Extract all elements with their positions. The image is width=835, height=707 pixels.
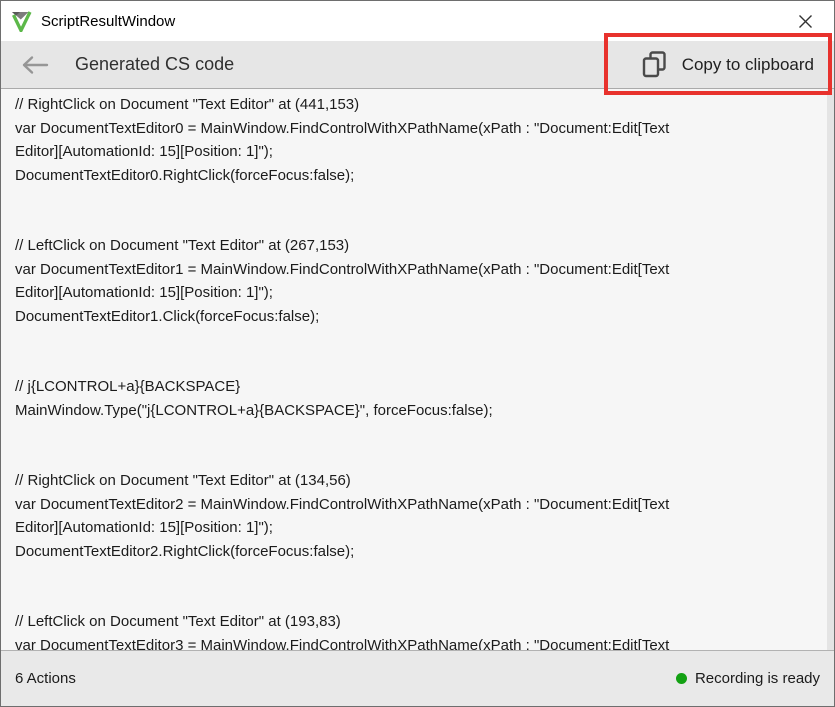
close-icon <box>798 14 813 29</box>
close-button[interactable] <box>790 6 820 36</box>
header-toolbar: Generated CS code Copy to clipboard <box>1 41 834 89</box>
generated-code-text: // RightClick on Document "Text Editor" … <box>1 89 834 650</box>
copy-pages-icon <box>642 51 667 78</box>
script-result-window: ScriptResultWindow Generated CS code Cop… <box>0 0 835 707</box>
recording-status-label: Recording is ready <box>695 670 820 687</box>
copy-button-label: Copy to clipboard <box>682 55 814 75</box>
copy-to-clipboard-button[interactable]: Copy to clipboard <box>642 51 814 78</box>
code-content-area[interactable]: // RightClick on Document "Text Editor" … <box>1 89 834 651</box>
vertical-scrollbar[interactable] <box>827 89 834 650</box>
recording-status: Recording is ready <box>676 670 820 687</box>
title-bar: ScriptResultWindow <box>1 1 834 41</box>
actions-count-label: 6 Actions <box>15 670 76 687</box>
back-button[interactable] <box>21 53 49 77</box>
status-bar: 6 Actions Recording is ready <box>1 651 834 706</box>
window-title: ScriptResultWindow <box>41 13 175 30</box>
app-logo-icon <box>11 11 32 32</box>
back-arrow-icon <box>21 55 49 75</box>
status-green-dot-icon <box>676 673 687 684</box>
page-title: Generated CS code <box>75 54 234 75</box>
